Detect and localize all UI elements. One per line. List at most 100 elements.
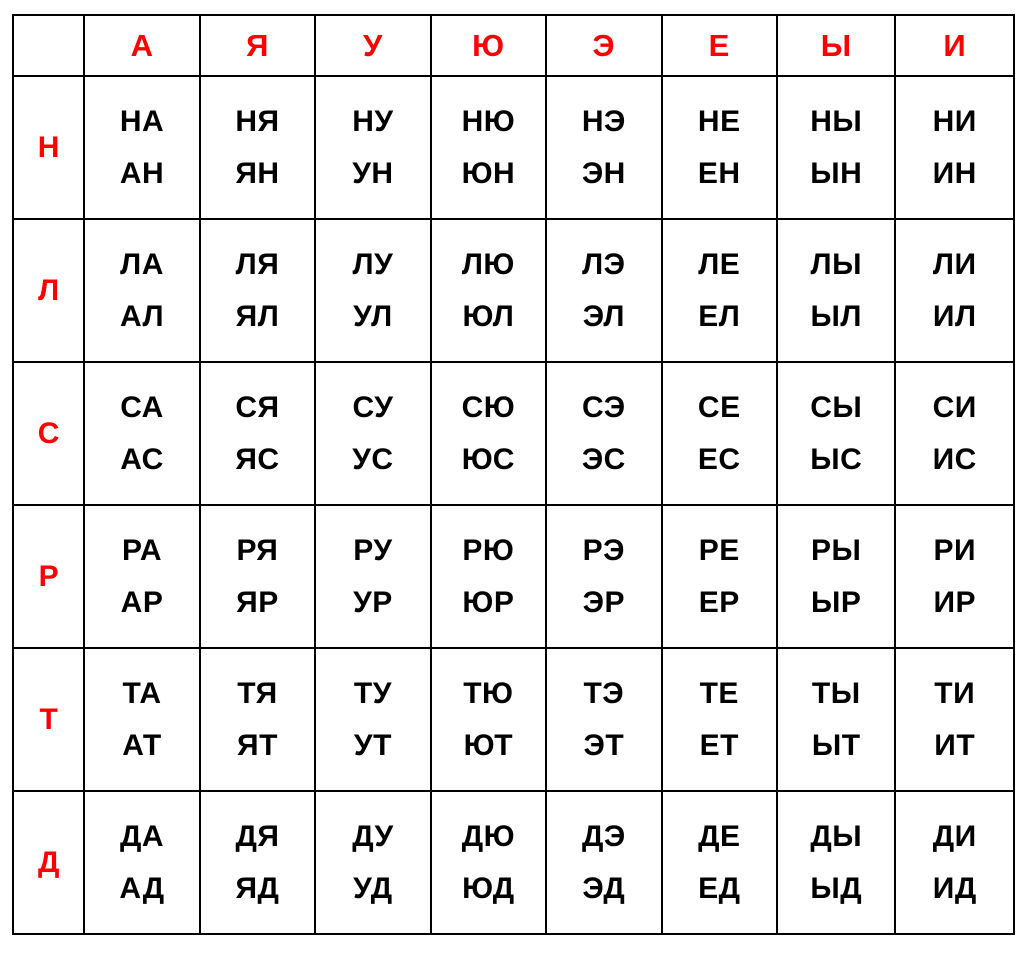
row-label-l: Л [11,218,86,363]
row-label-n: Н [11,75,86,220]
syllable-forward: ТУ [353,676,392,710]
syllable-reverse: ЫД [810,871,863,905]
syllable-forward: ТЕ [699,676,739,710]
syllable-cell: ЛЭ ЭЛ [545,218,663,363]
syllable-forward: ЛУ [352,247,394,281]
syllable-cell: ДЕ ЕД [660,790,779,935]
syllable-cell: ДЮ ЮД [429,790,548,935]
syllable-reverse: ЕД [698,871,741,905]
syllable-reverse: ИС [932,442,977,476]
syllable-forward: ТЮ [463,676,514,710]
syllable-reverse: УС [352,442,394,476]
syllable-reverse: УР [353,585,393,619]
syllable-cell: СЯ ЯС [198,361,317,506]
syllable-cell: ТЫ ЫТ [775,647,897,792]
syllable-reverse: ЯН [235,156,280,190]
syllable-cell: РЮ ЮР [429,504,548,649]
syllable-reverse: ЕЛ [698,299,741,333]
syllable-reverse: ЭН [581,156,626,190]
syllable-forward: ЛЫ [810,247,862,281]
syllable-reverse: АН [119,156,165,190]
syllable-forward: НЕ [697,104,741,138]
syllable-forward: ДУ [352,819,394,853]
syllable-cell: НЮ ЮН [429,75,548,220]
syllable-cell: СЕ ЕС [660,361,779,506]
row-label-d: Д [11,790,86,935]
vowel-header-u: У [314,14,432,77]
syllable-forward: СЕ [697,390,741,424]
table-row: Л ЛА АЛ ЛЯ ЯЛ ЛУ УЛ ЛЮ ЮЛ ЛЭ ЭЛ ЛЕ ЕЛ ЛЫ… [11,218,1015,363]
syllable-forward: ЛЯ [235,247,280,281]
table-row: С СА АС СЯ ЯС СУ УС СЮ ЮС СЭ ЭС СЕ ЕС СЫ… [11,361,1015,506]
syllable-reverse: УН [352,156,394,190]
syllable-cell: ТИ ИТ [894,647,1015,792]
syllable-forward: ДЯ [235,819,280,853]
syllable-forward: ЛЕ [698,247,741,281]
syllable-reverse: УД [353,871,393,905]
syllable-cell: ТЭ ЭТ [545,647,663,792]
syllable-cell: НЫ ЫН [775,75,897,220]
syllable-reverse: ЮН [461,156,516,190]
syllable-cell: СЭ ЭС [545,361,663,506]
syllable-reverse: УТ [353,728,392,762]
table-header: А Я У Ю Э Е Ы И [11,14,1015,77]
syllable-forward: ТЯ [237,676,278,710]
syllable-forward: ДЮ [461,819,516,853]
syllable-cell: ЛИ ИЛ [894,218,1015,363]
syllable-reverse: ЮЛ [462,299,515,333]
syllable-cell: НА АН [83,75,201,220]
syllable-reverse: ЯР [236,585,279,619]
syllable-cell: ДА АД [83,790,201,935]
syllable-cell: ДЭ ЭД [545,790,663,935]
syllable-forward: НЭ [581,104,626,138]
syllable-reverse: ИЛ [932,299,977,333]
syllable-cell: СУ УС [314,361,432,506]
syllable-cell: РЫ ЫР [775,504,897,649]
syllable-forward: РА [121,533,163,567]
syllable-reverse: ИТ [934,728,976,762]
syllable-reverse: ЮТ [463,728,514,762]
table-body: Н НА АН НЯ ЯН НУ УН НЮ ЮН НЭ ЭН НЕ ЕН НЫ… [11,75,1015,935]
syllable-forward: ТИ [934,676,976,710]
vowel-header-a: А [83,14,201,77]
syllable-cell: РИ ИР [894,504,1015,649]
syllable-reverse: ЭЛ [582,299,625,333]
syllable-cell: ДЫ ЫД [775,790,897,935]
table-row: Р РА АР РЯ ЯР РУ УР РЮ ЮР РЭ ЭР РЕ ЕР РЫ… [11,504,1015,649]
syllable-reverse: АЛ [119,299,165,333]
syllable-cell: ЛЕ ЕЛ [660,218,779,363]
syllable-cell: ЛЮ ЮЛ [429,218,548,363]
syllable-cell: РУ УР [314,504,432,649]
syllable-reverse: ЯТ [237,728,278,762]
syllable-forward: РЕ [698,533,740,567]
syllable-forward: СЯ [235,390,280,424]
syllable-reverse: ЫР [811,585,862,619]
syllable-cell: НЕ ЕН [660,75,779,220]
vowel-header-ye: Е [660,14,779,77]
syllable-cell: ДИ ИД [894,790,1015,935]
syllable-cell: ТА АТ [83,647,201,792]
syllable-cell: СЮ ЮС [429,361,548,506]
syllable-forward: СЫ [810,390,863,424]
syllable-cell: СЫ ЫС [775,361,897,506]
syllable-forward: НЮ [461,104,516,138]
vowel-header-yery: Ы [775,14,897,77]
syllable-forward: РЮ [462,533,515,567]
syllable-reverse: ИР [933,585,977,619]
syllable-forward: ДЕ [698,819,741,853]
syllable-reverse: ЫТ [811,728,861,762]
syllable-forward: ДИ [932,819,977,853]
syllable-reverse: ЕТ [699,728,739,762]
vowel-header-e-reversed: Э [545,14,663,77]
syllable-forward: СЭ [582,390,626,424]
syllable-table-container: А Я У Ю Э Е Ы И Н НА АН НЯ ЯН НУ УН НЮ Ю… [11,14,1015,935]
syllable-forward: СИ [932,390,977,424]
syllable-forward: ДА [119,819,165,853]
syllable-reverse: ЮД [462,871,515,905]
syllable-forward: ЛЭ [582,247,626,281]
syllable-forward: ЛИ [932,247,977,281]
syllable-forward: НЯ [235,104,280,138]
syllable-forward: РИ [933,533,977,567]
syllable-forward: РЭ [582,533,625,567]
syllable-reverse: ЭД [582,871,626,905]
